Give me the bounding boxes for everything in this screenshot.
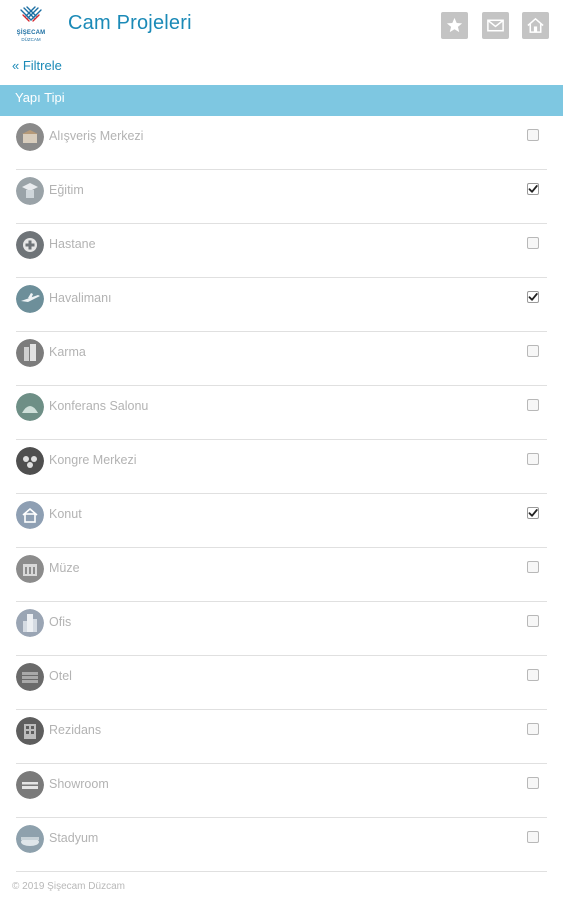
section-header: Yapı Tipi (0, 85, 563, 116)
list-item[interactable]: Kongre Merkezi (0, 440, 563, 494)
list-item-checkbox[interactable] (527, 291, 539, 303)
list-divider (16, 871, 547, 872)
home-button[interactable] (522, 12, 549, 39)
museum-icon (16, 555, 44, 583)
list-item-checkbox[interactable] (527, 345, 539, 357)
list-item[interactable]: Eğitim (0, 170, 563, 224)
list-item-checkbox[interactable] (527, 831, 539, 843)
list-item[interactable]: Alışveriş Merkezi (0, 116, 563, 170)
list-item-label: Müze (49, 561, 80, 575)
list-item-checkbox[interactable] (527, 723, 539, 735)
checkmark-icon (528, 293, 538, 301)
list-item[interactable]: Müze (0, 548, 563, 602)
list-item[interactable]: Stadyum (0, 818, 563, 872)
list-item-checkbox[interactable] (527, 615, 539, 627)
list-item[interactable]: Showroom (0, 764, 563, 818)
brand-logo[interactable]: ŞİŞECAM DÜZCAM (14, 6, 48, 44)
office-icon (16, 609, 44, 637)
list-item-checkbox[interactable] (527, 561, 539, 573)
checkmark-icon (528, 509, 538, 517)
mail-icon (487, 19, 504, 32)
list-item-label: Konferans Salonu (49, 399, 149, 413)
list-item-label: Havalimanı (49, 291, 112, 305)
logo-mark-icon (20, 6, 42, 22)
shopping-mall-icon (16, 123, 44, 151)
favorites-button[interactable] (441, 12, 468, 39)
mixed-use-icon (16, 339, 44, 367)
copyright-footer: © 2019 Şişecam Düzcam (12, 881, 125, 892)
list-item[interactable]: Konut (0, 494, 563, 548)
list-item-checkbox[interactable] (527, 669, 539, 681)
list-item-label: Showroom (49, 777, 109, 791)
list-item-label: Karma (49, 345, 86, 359)
list-item[interactable]: Konferans Salonu (0, 386, 563, 440)
list-item-label: Konut (49, 507, 82, 521)
list-item-label: Otel (49, 669, 72, 683)
list-item-checkbox[interactable] (527, 129, 539, 141)
list-item[interactable]: Otel (0, 656, 563, 710)
residence-icon (16, 501, 44, 529)
list-item-checkbox[interactable] (527, 399, 539, 411)
filter-back-link[interactable]: « Filtrele (12, 58, 62, 73)
list-item[interactable]: Rezidans (0, 710, 563, 764)
list-item-label: Ofis (49, 615, 72, 629)
building-type-list: Alışveriş Merkezi Eğitim Hastane Havalimanı… (0, 116, 563, 872)
list-item-checkbox[interactable] (527, 183, 539, 195)
conference-hall-icon (16, 393, 44, 421)
list-item-label: Alışveriş Merkezi (49, 129, 144, 143)
header: ŞİŞECAM DÜZCAM Cam Projeleri (0, 0, 563, 50)
checkmark-icon (528, 185, 538, 193)
list-item[interactable]: Ofis (0, 602, 563, 656)
page-title: Cam Projeleri (68, 12, 192, 34)
list-item-label: Stadyum (49, 831, 99, 845)
page: ŞİŞECAM DÜZCAM Cam Projeleri « Filtrele … (0, 0, 563, 900)
home-icon (527, 17, 544, 33)
list-item-label: Eğitim (49, 183, 84, 197)
hotel-icon (16, 663, 44, 691)
star-icon (446, 17, 463, 33)
list-item[interactable]: Hastane (0, 224, 563, 278)
showroom-icon (16, 771, 44, 799)
brand-name: ŞİŞECAM (16, 30, 46, 36)
brand-subname: DÜZCAM (21, 37, 41, 42)
congress-center-icon (16, 447, 44, 475)
list-item-checkbox[interactable] (527, 777, 539, 789)
list-item-checkbox[interactable] (527, 453, 539, 465)
list-item-checkbox[interactable] (527, 237, 539, 249)
list-item[interactable]: Karma (0, 332, 563, 386)
list-item-label: Hastane (49, 237, 96, 251)
list-item[interactable]: Havalimanı (0, 278, 563, 332)
list-item-label: Kongre Merkezi (49, 453, 137, 467)
list-item-checkbox[interactable] (527, 507, 539, 519)
hospital-icon (16, 231, 44, 259)
residence-tower-icon (16, 717, 44, 745)
education-icon (16, 177, 44, 205)
mail-button[interactable] (482, 12, 509, 39)
list-item-label: Rezidans (49, 723, 102, 737)
stadium-icon (16, 825, 44, 853)
airport-icon (16, 285, 44, 313)
section-title: Yapı Tipi (15, 90, 65, 105)
